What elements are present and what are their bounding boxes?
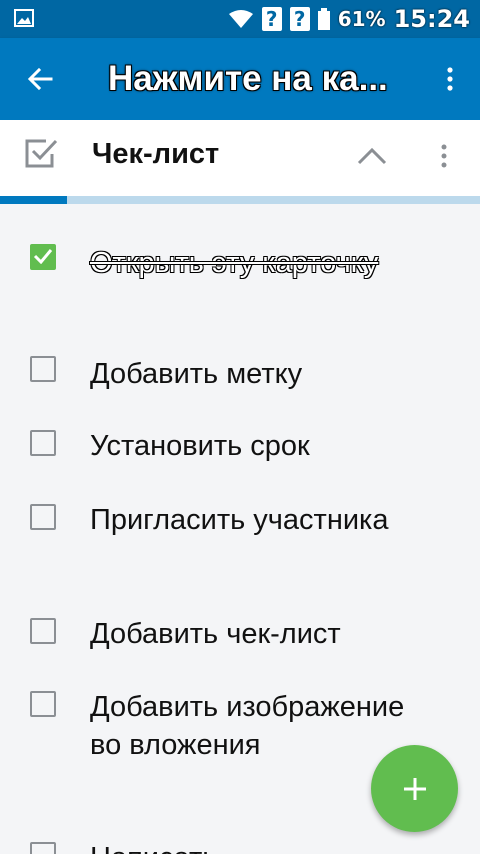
checklist-header: Чек-лист <box>0 120 480 196</box>
item-checkbox[interactable] <box>30 356 56 382</box>
item-label[interactable]: Написать <box>90 839 420 854</box>
overflow-menu-button[interactable] <box>438 59 462 99</box>
check-icon <box>33 249 53 264</box>
wifi-icon <box>228 10 253 28</box>
item-label[interactable]: Пригласить участника <box>90 501 420 539</box>
item-checkbox[interactable] <box>30 618 56 644</box>
checklist-menu-button[interactable] <box>434 138 454 174</box>
status-bar: ? ? 61% 15:24 <box>0 0 480 38</box>
back-button[interactable] <box>20 59 60 99</box>
collapse-button[interactable] <box>352 138 392 174</box>
battery-percent: 61% <box>337 7 386 31</box>
more-vert-icon <box>441 144 447 168</box>
chevron-up-icon <box>357 147 387 165</box>
page-title: Нажмите на ка... <box>108 59 388 98</box>
item-checkbox[interactable] <box>30 430 56 456</box>
item-checkbox[interactable] <box>30 504 56 530</box>
gallery-notification-icon <box>14 9 34 27</box>
checkbox-icon <box>25 139 58 168</box>
plus-icon <box>403 777 426 800</box>
more-vert-icon <box>447 67 453 91</box>
item-label[interactable]: Открыть эту карточку <box>90 244 420 282</box>
item-checkbox[interactable] <box>30 842 56 854</box>
app-bar: Нажмите на ка... <box>0 38 480 120</box>
add-item-fab[interactable] <box>371 745 458 832</box>
item-label[interactable]: Добавить изображение во вложения <box>90 688 420 764</box>
progress-fill <box>0 196 68 204</box>
item-label[interactable]: Добавить метку <box>90 355 420 393</box>
item-label[interactable]: Установить срок <box>90 427 420 465</box>
battery-icon <box>317 8 330 30</box>
unknown-indicator-2: ? <box>289 7 310 31</box>
unknown-indicator-1: ? <box>261 7 282 31</box>
checklist-title[interactable]: Чек-лист <box>92 138 219 171</box>
arrow-left-icon <box>27 67 53 91</box>
item-checkbox-checked[interactable] <box>30 244 56 270</box>
item-checkbox[interactable] <box>30 691 56 717</box>
item-label[interactable]: Добавить чек-лист <box>90 615 420 653</box>
clock: 15:24 <box>393 5 470 33</box>
checklist-progress-bar <box>0 196 480 204</box>
